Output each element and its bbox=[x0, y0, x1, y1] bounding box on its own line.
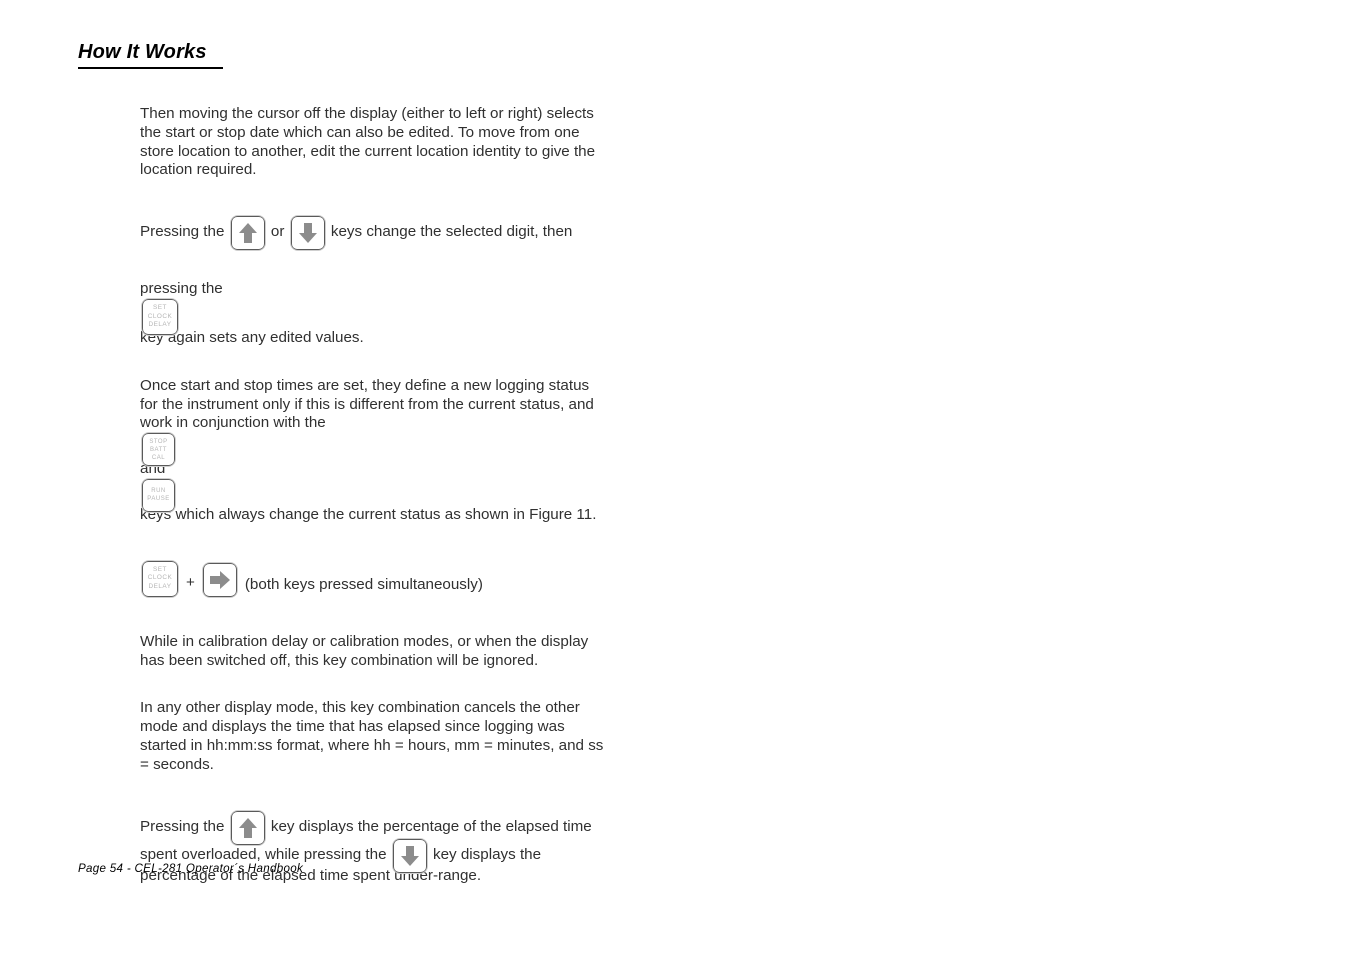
set-clock-delay-key-combo-line2: CLOCK bbox=[147, 574, 173, 582]
arrow-up-icon bbox=[238, 817, 257, 838]
paragraph-2: Pressing the or keys change the selected… bbox=[140, 215, 610, 252]
document-body: Then moving the cursor off the display (… bbox=[140, 105, 610, 885]
combo-caption: (both keys pressed simultaneously) bbox=[244, 575, 483, 593]
combo-plus-sign: + bbox=[186, 573, 195, 591]
set-clock-delay-key-combo-line1: SET bbox=[153, 565, 167, 573]
arrow-up-key[interactable] bbox=[229, 215, 266, 252]
arrow-down-key-2[interactable] bbox=[391, 837, 428, 874]
page-title-underline bbox=[78, 67, 223, 69]
paragraph-3-text-a: pressing the bbox=[140, 280, 223, 298]
paragraph-1: Then moving the cursor off the display (… bbox=[140, 105, 596, 179]
arrow-down-icon bbox=[298, 223, 317, 244]
run-pause-key-line2: PAUSE bbox=[147, 496, 170, 503]
set-clock-delay-key-combo-line3: DELAY bbox=[148, 583, 172, 591]
paragraph-2-text-b: or bbox=[270, 223, 285, 241]
stop-batt-cal-key-line3: CAL bbox=[151, 454, 166, 461]
arrow-up-key-2[interactable] bbox=[229, 809, 266, 846]
paragraph-6: In any other display mode, this key comb… bbox=[140, 699, 604, 773]
page-footer: Page 54 - CEL-281 Operator´s Handbook bbox=[78, 862, 304, 875]
stop-batt-cal-key-line1: STOP bbox=[149, 438, 168, 445]
run-pause-key[interactable]: RUN PAUSE bbox=[141, 477, 176, 513]
paragraph-3: pressing the SET CLOCK DELAY key again s… bbox=[140, 280, 610, 348]
stop-batt-cal-key-line2: BATT bbox=[150, 446, 167, 453]
stop-batt-cal-key[interactable]: STOP BATT CAL bbox=[141, 432, 176, 468]
set-clock-delay-key-line2: CLOCK bbox=[147, 312, 173, 320]
run-pause-key-line1: RUN bbox=[151, 488, 166, 495]
paragraph-4-text-c: keys which always change the current sta… bbox=[140, 505, 597, 523]
key-combination-row: SET CLOCK DELAY + (both keys pressed sim… bbox=[140, 559, 610, 598]
page-title: How It Works bbox=[78, 41, 213, 63]
set-clock-delay-key-line3: DELAY bbox=[148, 321, 172, 329]
paragraph-5: While in calibration delay or calibratio… bbox=[140, 632, 589, 669]
arrow-right-key[interactable] bbox=[201, 561, 238, 598]
arrow-right-icon bbox=[209, 570, 230, 589]
paragraph-4: Once start and stop times are set, they … bbox=[140, 377, 610, 525]
set-clock-delay-key-combo[interactable]: SET CLOCK DELAY bbox=[141, 559, 179, 598]
set-clock-delay-key-line1: SET bbox=[153, 304, 167, 312]
document-page: How It Works Then moving the cursor off … bbox=[0, 0, 1351, 954]
paragraph-7-text-a: Pressing the bbox=[140, 817, 225, 835]
arrow-down-icon bbox=[400, 845, 419, 866]
arrow-up-icon bbox=[238, 223, 257, 244]
paragraph-2-text-c: keys change the selected digit, then bbox=[330, 223, 573, 241]
arrow-down-key[interactable] bbox=[289, 215, 326, 252]
paragraph-4-text-a: Once start and stop times are set, they … bbox=[140, 376, 594, 432]
paragraph-2-text-a: Pressing the bbox=[140, 223, 225, 241]
set-clock-delay-key[interactable]: SET CLOCK DELAY bbox=[141, 297, 179, 336]
